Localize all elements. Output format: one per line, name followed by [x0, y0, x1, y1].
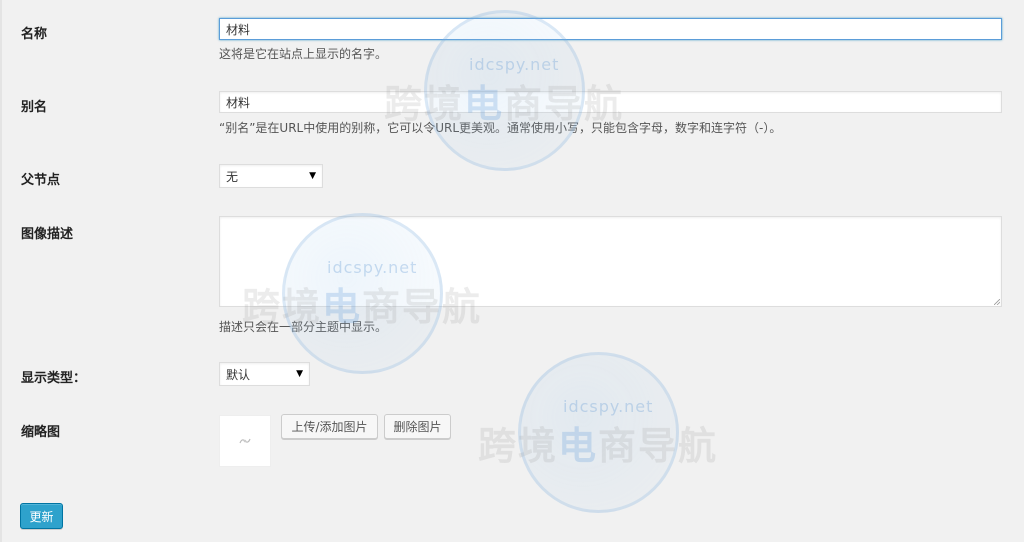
display-type-label: 显示类型：: [21, 371, 87, 386]
upload-image-button[interactable]: 上传/添加图片: [281, 414, 378, 439]
thumbnail-label: 缩略图: [21, 425, 61, 440]
dropdown-arrow-icon: ▼: [296, 369, 303, 379]
watermark-brand-part1: 跨境: [478, 424, 559, 468]
parent-select[interactable]: 无 ▼: [219, 164, 323, 188]
image-description-label: 图像描述: [21, 227, 74, 242]
slug-label: 别名: [21, 100, 48, 115]
display-type-select-value: 默认: [226, 367, 251, 382]
image-description-hint: 描述只会在一部分主题中显示。: [219, 320, 388, 334]
image-description-textarea[interactable]: [219, 216, 1002, 307]
name-input[interactable]: [219, 18, 1002, 40]
slug-description: “别名”是在URL中使用的别称，它可以令URL更美观。通常使用小写，只能包含字母…: [219, 121, 782, 135]
dropdown-arrow-icon: ▼: [309, 171, 316, 181]
watermark-domain: idcspy.net: [469, 55, 560, 74]
watermark-brand-part2: 商导航: [598, 424, 719, 468]
watermark-domain: idcspy.net: [563, 397, 654, 416]
remove-image-button[interactable]: 删除图片: [384, 414, 451, 439]
display-type-select[interactable]: 默认 ▼: [219, 362, 310, 386]
watermark-logo: idcspy.net 跨境电商导航: [478, 352, 838, 513]
name-label: 名称: [21, 27, 48, 42]
left-edge: [0, 0, 2, 542]
thumbnail-preview: [219, 415, 271, 467]
slug-input[interactable]: [219, 91, 1002, 113]
parent-label: 父节点: [21, 173, 61, 188]
watermark-brand-highlight: 电: [558, 424, 599, 468]
name-description: 这将是它在站点上显示的名字。: [219, 47, 388, 61]
update-button[interactable]: 更新: [20, 503, 63, 529]
parent-select-value: 无: [226, 169, 239, 184]
placeholder-image-icon: [239, 438, 251, 444]
resize-grip-icon[interactable]: [994, 299, 1000, 305]
